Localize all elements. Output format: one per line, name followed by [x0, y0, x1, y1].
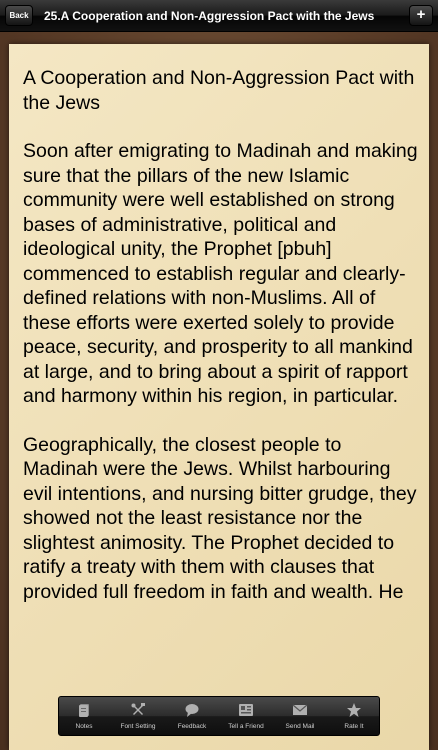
- star-icon: [347, 703, 361, 717]
- tell-a-friend-button[interactable]: Tell a Friend: [219, 697, 273, 735]
- notes-button[interactable]: Notes: [57, 697, 111, 735]
- page-title: 25.A Cooperation and Non-Aggression Pact…: [44, 9, 375, 23]
- send-mail-button[interactable]: Send Mail: [273, 697, 327, 735]
- article-heading: A Cooperation and Non-Aggression Pact wi…: [23, 67, 415, 114]
- feedback-label: Feedback: [177, 723, 207, 730]
- mail-icon: [292, 704, 308, 715]
- feedback-button[interactable]: Feedback: [165, 697, 219, 735]
- feedback-icon: [185, 704, 199, 717]
- tools-icon: [131, 703, 145, 715]
- notes-label: Notes: [75, 723, 93, 730]
- article-paragraph-1: Soon after emigrating to Madinah and mak…: [23, 140, 418, 407]
- notes-icon: [79, 704, 89, 717]
- add-button[interactable]: +: [409, 5, 433, 26]
- rate-it-label: Rate It: [344, 723, 364, 730]
- send-mail-label: Send Mail: [285, 723, 315, 730]
- navigation-bar: Back 25.A Cooperation and Non-Aggression…: [0, 0, 438, 32]
- font-setting-button[interactable]: Font Setting: [111, 697, 165, 735]
- bottom-toolbar: Notes Font Setting Feedback Tell a Frien…: [58, 696, 380, 736]
- app-screen: Back 25.A Cooperation and Non-Aggression…: [0, 0, 438, 750]
- font-setting-label: Font Setting: [120, 723, 156, 730]
- article-page[interactable]: A Cooperation and Non-Aggression Pact wi…: [9, 44, 429, 750]
- back-button[interactable]: Back: [5, 5, 33, 26]
- tell-a-friend-label: Tell a Friend: [228, 723, 264, 730]
- article-paragraph-2: Geographically, the closest people to Ma…: [23, 433, 417, 603]
- rate-it-button[interactable]: Rate It: [327, 697, 381, 735]
- article-content: A Cooperation and Non-Aggression Pact wi…: [23, 66, 419, 628]
- contact-card-icon: [239, 704, 253, 716]
